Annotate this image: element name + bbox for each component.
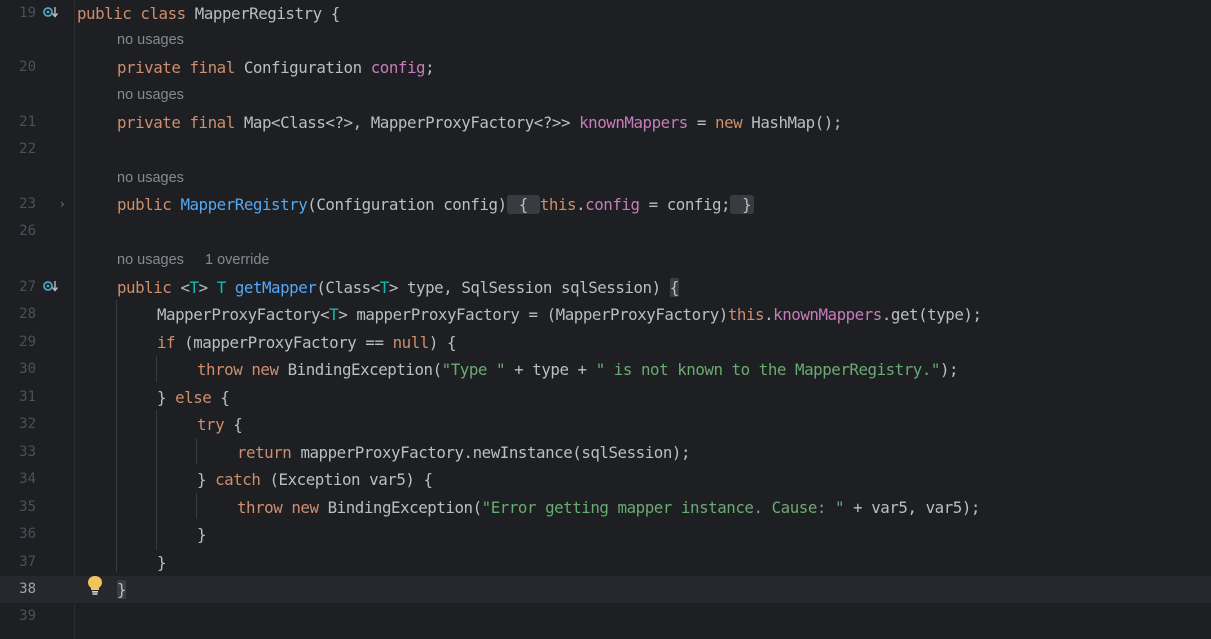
code-line[interactable]: 22	[0, 136, 1211, 163]
line-number: 28	[19, 306, 36, 322]
code-line[interactable]: 35 throw new BindingException("Error get…	[0, 494, 1211, 521]
line-code: private final Map<Class<?>, MapperProxyF…	[117, 113, 842, 132]
code-line[interactable]: 19 public class MapperRegistry {	[0, 0, 1211, 27]
line-number: 23	[19, 196, 36, 212]
usages-hint[interactable]: no usages	[117, 168, 184, 188]
implementation-marker-icon[interactable]	[42, 5, 60, 21]
code-line-current[interactable]: 38 }	[0, 576, 1211, 603]
lightbulb-icon[interactable]	[86, 574, 104, 596]
fold-arrow-icon[interactable]: ›	[60, 197, 70, 211]
line-number: 27	[19, 279, 36, 295]
line-number: 30	[19, 361, 36, 377]
code-line[interactable]: 20 private final Configuration config;	[0, 54, 1211, 81]
usages-hint[interactable]: no usages	[117, 250, 184, 270]
line-number: 26	[19, 223, 36, 239]
code-line[interactable]: 31 } else {	[0, 384, 1211, 411]
line-code: } catch (Exception var5) {	[197, 470, 433, 489]
line-number: 29	[19, 334, 36, 350]
code-line[interactable]: 32 try {	[0, 411, 1211, 438]
line-code: }	[197, 525, 207, 544]
code-line[interactable]: 36 }	[0, 521, 1211, 548]
line-number: 32	[19, 416, 36, 432]
code-line[interactable]: 26	[0, 218, 1211, 245]
code-line[interactable]: 37 }	[0, 549, 1211, 576]
line-code: MapperProxyFactory<T> mapperProxyFactory…	[157, 305, 982, 324]
line-number: 37	[19, 554, 36, 570]
code-line[interactable]: 39	[0, 603, 1211, 630]
code-line[interactable]: 34 } catch (Exception var5) {	[0, 466, 1211, 493]
line-code: private final Configuration config;	[117, 58, 435, 77]
code-line[interactable]: 30 throw new BindingException("Type " + …	[0, 356, 1211, 383]
line-number: 22	[19, 141, 36, 157]
line-number: 34	[19, 471, 36, 487]
line-code: public class MapperRegistry {	[77, 4, 340, 23]
line-number: 33	[19, 444, 36, 460]
line-code: public <T> T getMapper(Class<T> type, Sq…	[117, 278, 679, 297]
line-number: 35	[19, 499, 36, 515]
code-line[interactable]: 27 public <T> T getMapper(Class<T> type,…	[0, 274, 1211, 301]
line-code: public MapperRegistry(Configuration conf…	[117, 191, 755, 218]
line-number: 31	[19, 389, 36, 405]
line-number: 21	[19, 114, 36, 130]
line-code: } else {	[157, 388, 230, 407]
code-line[interactable]: 28 MapperProxyFactory<T> mapperProxyFact…	[0, 301, 1211, 328]
line-code: throw new BindingException("Type " + typ…	[197, 360, 959, 379]
line-number: 38	[19, 581, 36, 597]
implementation-marker-icon[interactable]	[42, 279, 60, 295]
line-code: throw new BindingException("Error gettin…	[237, 498, 980, 517]
usages-hint[interactable]: no usages	[117, 85, 184, 105]
code-line[interactable]: 33 return mapperProxyFactory.newInstance…	[0, 439, 1211, 466]
override-hint[interactable]: 1 override	[205, 250, 269, 270]
line-number: 19	[19, 5, 36, 21]
line-code: if (mapperProxyFactory == null) {	[157, 333, 457, 352]
code-line[interactable]: 29 if (mapperProxyFactory == null) {	[0, 329, 1211, 356]
line-number: 20	[19, 59, 36, 75]
line-code: }	[117, 580, 127, 599]
usages-hint[interactable]: no usages	[117, 30, 184, 50]
line-number: 36	[19, 526, 36, 542]
code-editor[interactable]: 19 public class MapperRegistry { no usag…	[0, 0, 1211, 639]
line-code: try {	[197, 415, 243, 434]
code-line[interactable]: 21 private final Map<Class<?>, MapperPro…	[0, 109, 1211, 136]
line-code: return mapperProxyFactory.newInstance(sq…	[237, 443, 691, 462]
line-number: 39	[19, 608, 36, 624]
line-code: }	[157, 553, 167, 572]
code-line[interactable]: 23 public MapperRegistry(Configuration c…	[0, 191, 1211, 218]
